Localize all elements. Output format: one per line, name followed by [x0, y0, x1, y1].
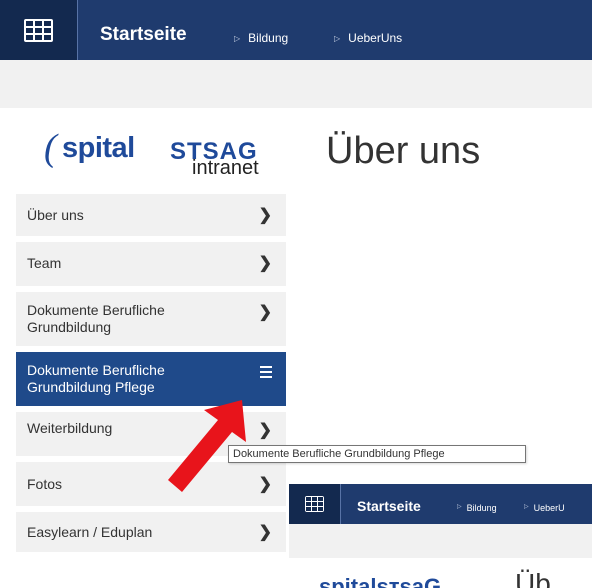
nav-item-easylearn[interactable]: Easylearn / Eduplan ❯	[16, 512, 286, 552]
nested-ribbon-strip	[289, 524, 592, 558]
nested-breadcrumb-label: Bildung	[466, 503, 497, 513]
chevron-right-icon[interactable]: ❯	[259, 522, 272, 542]
logo-swoosh: (	[44, 127, 57, 169]
chevron-right-icon[interactable]: ❯	[259, 420, 272, 440]
nested-brand: Startseite	[357, 498, 421, 514]
chevron-right-icon[interactable]: ❯	[259, 302, 272, 322]
nav-item-label: Team	[27, 255, 62, 271]
nav-item-label: Dokumente Berufliche Grundbildung	[27, 302, 165, 335]
chevron-right-icon[interactable]: ❯	[259, 253, 272, 273]
breadcrumb-label: Bildung	[248, 31, 289, 45]
nested-app-launcher-button	[289, 484, 341, 524]
nested-suite-bar: Startseite ▷ Bildung ▷ UeberU	[289, 484, 592, 524]
waffle-grid-icon	[24, 18, 53, 42]
nested-screenshot: Startseite ▷ Bildung ▷ UeberU spitalsтsa…	[289, 484, 592, 588]
nav-item-label: Easylearn / Eduplan	[27, 524, 153, 540]
ribbon-strip	[0, 60, 592, 108]
nav-item-label: Über uns	[27, 207, 84, 223]
chevron-right-icon[interactable]: ❯	[259, 205, 272, 225]
nested-breadcrumb-item: ▷ Bildung	[457, 503, 497, 513]
logo-text-spital: spital	[62, 132, 135, 164]
app-launcher-button[interactable]	[0, 0, 78, 60]
suite-bar: Startseite ▷ Bildung ▷ UeberUns	[0, 0, 592, 60]
chevron-right-icon[interactable]: ❯	[259, 474, 272, 494]
hamburger-menu-icon[interactable]	[260, 366, 272, 381]
nav-item-ueber-uns[interactable]: Über uns ❯	[16, 194, 286, 236]
waffle-grid-icon	[305, 496, 324, 512]
nested-breadcrumb-item: ▷ UeberU	[524, 503, 565, 513]
quick-launch-nav: Über uns ❯ Team ❯ Dokumente Berufliche G…	[16, 194, 286, 558]
breadcrumb-arrow-icon: ▷	[457, 504, 462, 510]
nav-item-label: Weiterbildung	[27, 420, 113, 436]
logo-text-intranet: intranet	[192, 157, 259, 179]
nav-item-label: Fotos	[27, 476, 63, 492]
breadcrumb-item-bildung[interactable]: ▷ Bildung	[234, 31, 288, 45]
site-logo[interactable]: ( spital STSAG intranet	[44, 127, 264, 184]
site-home-link[interactable]: Startseite	[100, 24, 187, 46]
nested-breadcrumb-label: UeberU	[533, 503, 565, 513]
nav-item-dokumente-grundbildung[interactable]: Dokumente Berufliche Grundbildung ❯	[16, 292, 286, 346]
breadcrumb-arrow-icon: ▷	[524, 504, 529, 510]
breadcrumb-arrow-icon: ▷	[234, 33, 241, 43]
nested-logo: spitalsтsaG	[319, 574, 442, 588]
breadcrumb-arrow-icon: ▷	[334, 33, 341, 43]
nav-item-tooltip: Dokumente Berufliche Grundbildung Pflege	[228, 445, 526, 463]
page-title: Über uns	[326, 130, 481, 172]
breadcrumb-item-ueberuns[interactable]: ▷ UeberUns	[334, 31, 402, 45]
nav-item-label: Dokumente Berufliche Grundbildung Pflege	[27, 362, 165, 395]
nav-item-team[interactable]: Team ❯	[16, 242, 286, 286]
breadcrumb-label: UeberUns	[348, 31, 403, 45]
nested-page-title: Üb	[515, 568, 551, 588]
